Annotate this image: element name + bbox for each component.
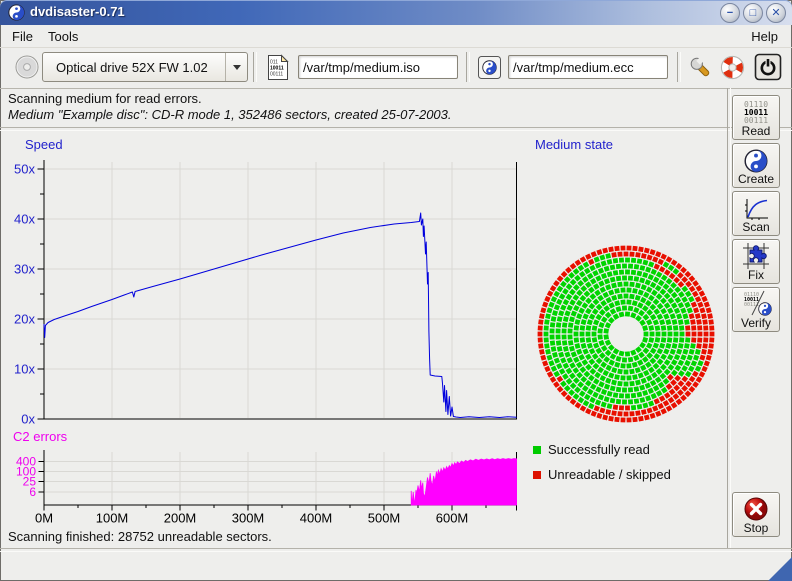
status-line-medium-info: Medium "Example disc": CD-R mode 1, 3524…	[8, 107, 452, 122]
toolbar-separator	[466, 52, 470, 82]
legend-label: Successfully read	[548, 442, 650, 457]
svg-text:400: 400	[16, 455, 36, 469]
svg-text:40x: 40x	[14, 212, 35, 227]
combobox-arrow-icon	[225, 53, 247, 81]
stop-button[interactable]: Stop	[732, 492, 780, 537]
svg-text:500M: 500M	[368, 511, 401, 526]
read-binary-icon: 01110 10011 00111	[744, 101, 768, 125]
toolbar: Optical drive 52X FW 1.02 011 10011 0011…	[0, 47, 792, 89]
svg-text:0x: 0x	[21, 412, 35, 427]
puzzle-piece-icon	[743, 243, 769, 269]
app-icon	[8, 4, 25, 21]
status-line-action: Scanning medium for read errors.	[8, 91, 202, 106]
scan-button[interactable]: Scan	[732, 191, 780, 236]
scan-curve-icon	[743, 197, 769, 221]
iso-path-input[interactable]	[298, 55, 458, 79]
verify-icon: 01110 10011 00111	[739, 289, 773, 317]
ecc-path-input[interactable]	[508, 55, 668, 79]
svg-text:0M: 0M	[35, 511, 53, 526]
menu-file[interactable]: File	[8, 28, 37, 45]
svg-text:10x: 10x	[14, 362, 35, 377]
cd-drive-icon[interactable]	[14, 54, 40, 80]
iso-image-icon: 011 10011 00111	[266, 54, 290, 81]
verify-button[interactable]: 01110 10011 00111 Verify	[732, 287, 780, 332]
svg-text:00111: 00111	[270, 72, 283, 78]
fix-button[interactable]: Fix	[732, 239, 780, 284]
legend-label: Unreadable / skipped	[548, 467, 671, 482]
menu-help[interactable]: Help	[747, 28, 782, 45]
menu-tools[interactable]: Tools	[44, 28, 82, 45]
svg-text:20x: 20x	[14, 312, 35, 327]
read-button[interactable]: 01110 10011 00111 Read	[732, 95, 780, 140]
preferences-wrench-icon[interactable]	[687, 54, 713, 80]
create-button[interactable]: Create	[732, 143, 780, 188]
toolbar-separator	[253, 52, 257, 82]
ecc-file-icon	[477, 55, 502, 80]
menubar: File Tools Help	[0, 25, 792, 48]
drive-selector-combobox[interactable]: Optical drive 52X FW 1.02	[42, 52, 248, 82]
window-title: dvdisaster-0.71	[30, 4, 125, 19]
close-button[interactable]: ✕	[766, 3, 786, 23]
svg-text:30x: 30x	[14, 262, 35, 277]
sidebar-separator	[727, 88, 731, 549]
legend-swatch-green-icon	[533, 446, 541, 454]
footer-status-text: Scanning finished: 28752 unreadable sect…	[8, 529, 272, 544]
minimize-button[interactable]: −	[720, 3, 740, 23]
svg-text:200M: 200M	[164, 511, 197, 526]
svg-text:50x: 50x	[14, 162, 35, 177]
svg-text:600M: 600M	[436, 511, 469, 526]
legend-swatch-red-icon	[533, 471, 541, 479]
app-window: dvdisaster-0.71 − □ ✕ File Tools Help Op…	[0, 0, 792, 581]
help-lifesaver-icon[interactable]	[719, 54, 746, 81]
svg-text:300M: 300M	[232, 511, 265, 526]
resize-grip[interactable]	[768, 557, 792, 581]
svg-text:400M: 400M	[300, 511, 333, 526]
svg-text:100M: 100M	[96, 511, 129, 526]
quit-power-icon[interactable]	[754, 53, 782, 81]
medium-state-disc-map	[528, 228, 724, 424]
maximize-button[interactable]: □	[743, 3, 763, 23]
drive-selector-value: Optical drive 52X FW 1.02	[43, 60, 225, 75]
legend-item-unreadable: Unreadable / skipped	[533, 467, 671, 482]
toolbar-separator	[677, 52, 681, 82]
titlebar[interactable]: dvdisaster-0.71 − □ ✕	[0, 0, 792, 25]
bottombar: View log	[0, 551, 792, 581]
stop-icon	[743, 496, 769, 522]
yin-yang-icon	[744, 149, 768, 173]
legend-item-read: Successfully read	[533, 442, 650, 457]
